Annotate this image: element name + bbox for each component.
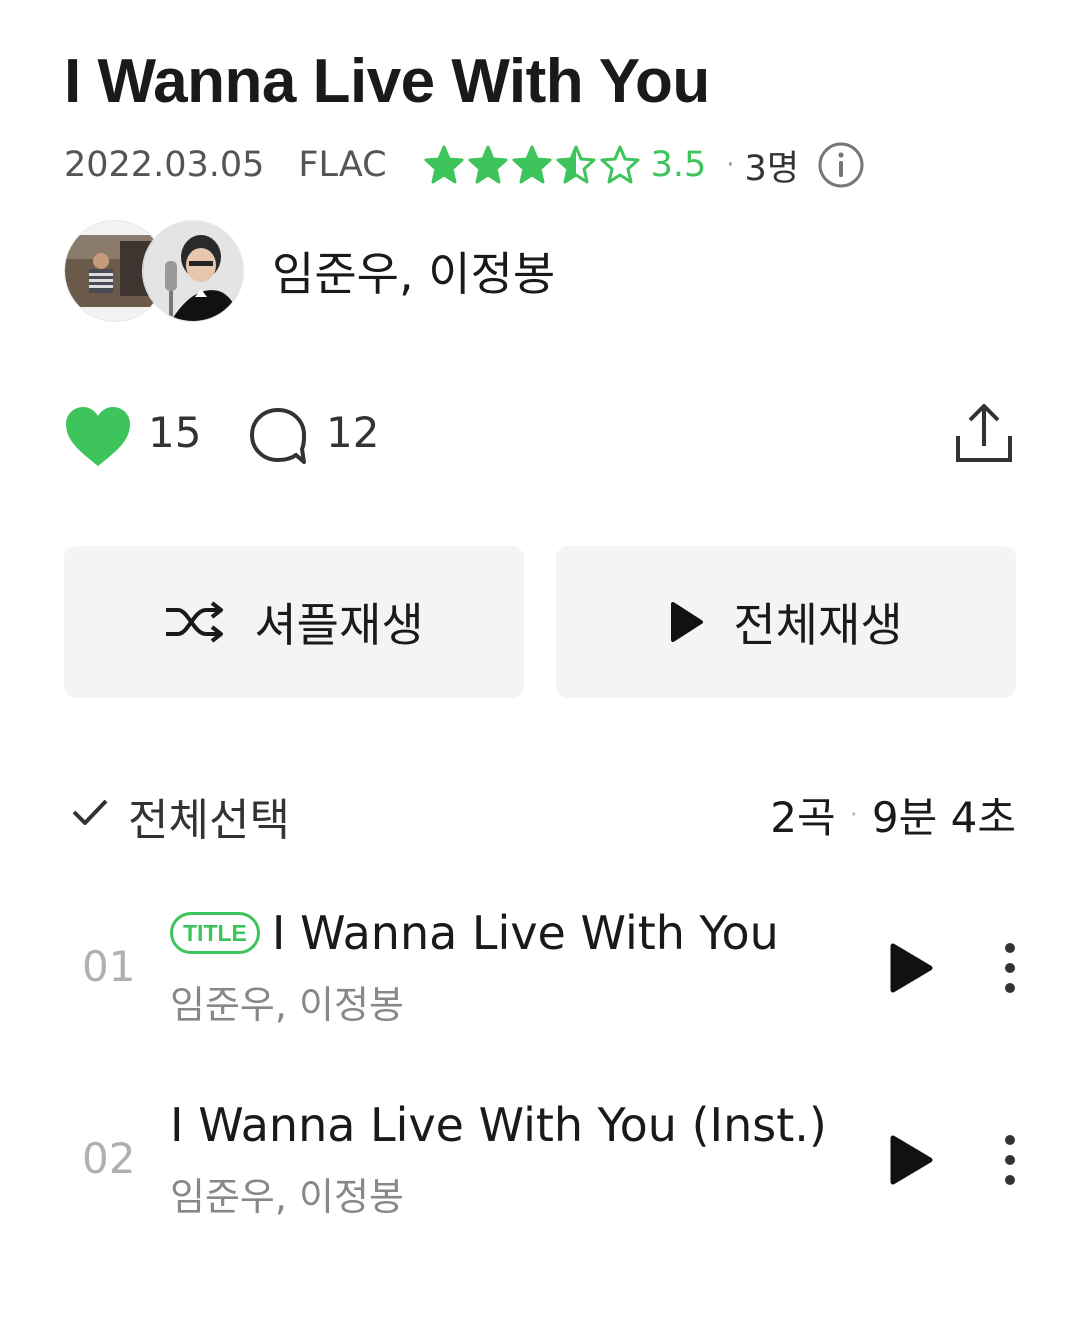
track-row[interactable]: 01 TITLE I Wanna Live With You 임준우, 이정봉 — [64, 906, 1016, 1029]
track-title[interactable]: I Wanna Live With You (Inst.) — [170, 1098, 827, 1152]
track-artist[interactable]: 임준우, 이정봉 — [170, 1166, 404, 1221]
rating-stars[interactable] — [423, 144, 641, 186]
track-row[interactable]: 02 I Wanna Live With You (Inst.) 임준우, 이정… — [64, 1098, 1016, 1221]
select-all-label[interactable]: 전체선택 — [128, 784, 290, 848]
total-duration: 9분 4초 — [871, 793, 1016, 842]
star-icon[interactable] — [555, 144, 597, 186]
play-icon — [669, 600, 705, 644]
play-all-button[interactable]: 전체재생 — [556, 546, 1016, 698]
star-icon[interactable] — [511, 144, 553, 186]
artist-names[interactable]: 임준우, 이정봉 — [272, 238, 555, 304]
more-icon[interactable] — [998, 940, 1022, 996]
track-number: 01 — [82, 942, 136, 991]
rating-count: 3명 — [744, 148, 800, 189]
separator-dot: · — [849, 799, 858, 830]
track-title[interactable]: I Wanna Live With You — [272, 906, 779, 960]
audio-format: FLAC — [298, 145, 387, 185]
check-icon[interactable] — [70, 792, 110, 832]
album-meta: 2022.03.05 FLAC 3.5 · 3명 — [64, 140, 865, 190]
artist-avatar-2[interactable] — [142, 220, 244, 322]
info-icon[interactable] — [817, 141, 865, 189]
shuffle-play-button[interactable]: 셔플재생 — [64, 546, 524, 698]
tracklist-summary: 2곡 · 9분 4초 — [770, 784, 1016, 845]
comment-icon[interactable] — [248, 406, 308, 466]
track-artist[interactable]: 임준우, 이정봉 — [170, 974, 404, 1029]
more-icon[interactable] — [998, 1132, 1022, 1188]
track-number: 02 — [82, 1134, 136, 1183]
shuffle-play-label: 셔플재생 — [254, 598, 424, 652]
title-badge: TITLE — [170, 912, 260, 954]
social-bar: 15 12 — [64, 400, 1016, 470]
track-count: 2곡 — [770, 793, 836, 842]
star-icon[interactable] — [599, 144, 641, 186]
play-icon[interactable] — [888, 942, 934, 994]
like-count: 15 — [148, 408, 202, 457]
select-bar: 전체선택 2곡 · 9분 4초 — [64, 784, 1016, 846]
rating-score: 3.5 — [650, 145, 707, 185]
shuffle-icon — [164, 600, 226, 644]
star-icon[interactable] — [467, 144, 509, 186]
separator-dot: · — [726, 150, 735, 180]
heart-icon[interactable] — [64, 406, 132, 468]
share-icon[interactable] — [952, 400, 1016, 466]
comment-count: 12 — [326, 408, 380, 457]
track-title-row[interactable]: TITLE I Wanna Live With You — [170, 906, 779, 960]
track-title-row[interactable]: I Wanna Live With You (Inst.) — [170, 1098, 827, 1152]
album-title: I Wanna Live With You — [64, 47, 710, 116]
play-all-label: 전체재생 — [733, 598, 903, 652]
star-icon[interactable] — [423, 144, 465, 186]
release-date: 2022.03.05 — [64, 145, 265, 185]
play-icon[interactable] — [888, 1134, 934, 1186]
